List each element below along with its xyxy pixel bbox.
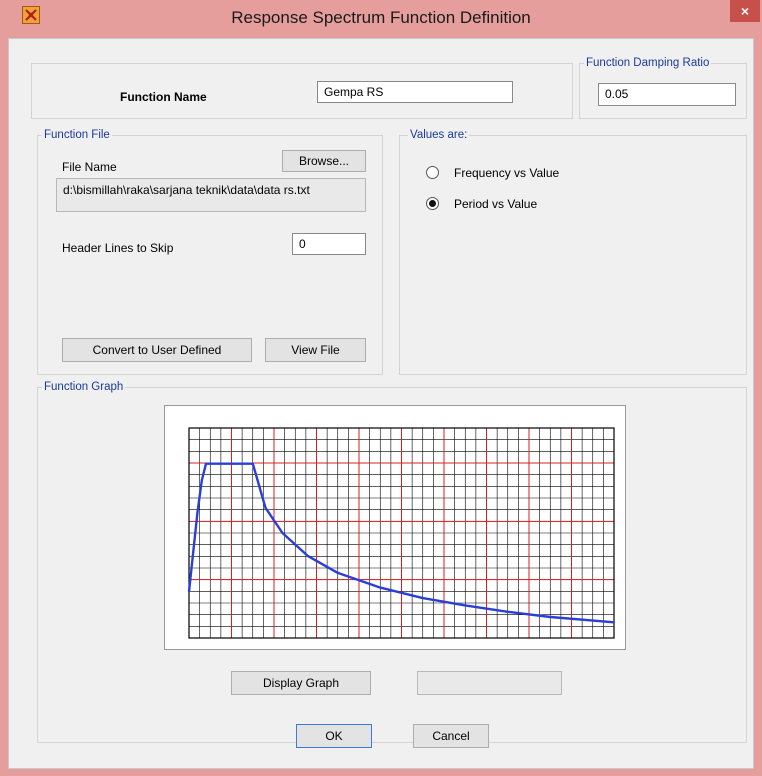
close-button[interactable]: × [730,0,760,22]
file-path-field: d:\bismillah\raka\sarjana teknik\data\da… [56,178,366,212]
graph-readout-field [417,671,562,695]
damping-ratio-group: Function Damping Ratio 0.05 [579,56,747,119]
radio-dot [429,200,436,207]
frequency-vs-value-radio[interactable] [426,166,439,179]
period-vs-value-label[interactable]: Period vs Value [454,197,537,211]
browse-button[interactable]: Browse... [282,150,366,172]
function-graph-chart [187,427,615,639]
function-file-group: Function File File Name Browse... d:\bis… [37,128,383,375]
header-lines-input[interactable]: 0 [292,233,366,255]
function-graph-panel [164,405,626,650]
display-graph-button[interactable]: Display Graph [231,671,371,695]
function-file-legend: Function File [42,128,112,142]
view-file-button[interactable]: View File [265,338,366,362]
dialog-body: Function Name Gempa RS Function Damping … [8,38,754,769]
function-name-group: Function Name Gempa RS [31,63,573,119]
header-lines-label: Header Lines to Skip [62,241,174,255]
function-name-input[interactable]: Gempa RS [317,81,513,103]
convert-to-user-defined-button[interactable]: Convert to User Defined [62,338,252,362]
frequency-vs-value-label[interactable]: Frequency vs Value [454,166,559,180]
title-bar[interactable]: Response Spectrum Function Definition × [0,0,762,38]
window-title: Response Spectrum Function Definition [231,8,531,27]
function-name-label: Function Name [120,90,207,104]
values-are-legend: Values are: [408,128,470,142]
ok-button[interactable]: OK [296,724,372,748]
file-name-label: File Name [62,160,117,174]
damping-ratio-input[interactable]: 0.05 [598,83,736,106]
function-graph-legend: Function Graph [42,380,126,394]
damping-ratio-legend: Function Damping Ratio [584,56,712,70]
cancel-button[interactable]: Cancel [413,724,489,748]
values-are-group: Values are: Frequency vs Value Period vs… [399,128,747,375]
dialog-window: Response Spectrum Function Definition × … [0,0,762,776]
period-vs-value-radio[interactable] [426,197,439,210]
